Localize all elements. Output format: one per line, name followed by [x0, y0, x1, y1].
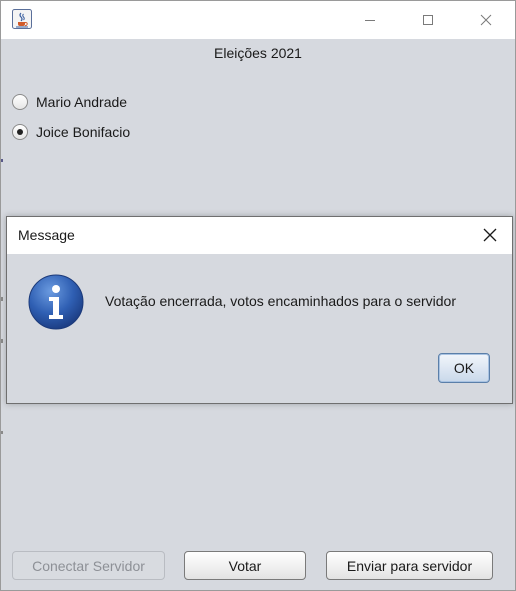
radio-button[interactable]: [12, 124, 28, 140]
radio-candidate-mario[interactable]: Mario Andrade: [12, 92, 127, 112]
maximize-icon: [422, 11, 434, 30]
edge-artifact: [1, 339, 3, 343]
ok-button[interactable]: OK: [438, 353, 490, 383]
radio-label: Joice Bonifacio: [36, 124, 131, 140]
window-titlebar: [1, 1, 515, 39]
dialog-titlebar: Message: [7, 217, 512, 254]
edge-artifact: [1, 159, 3, 162]
dialog-title: Message: [18, 227, 75, 243]
minimize-button[interactable]: [347, 1, 393, 39]
java-cup-icon: [12, 9, 32, 29]
connect-server-button[interactable]: Conectar Servidor: [12, 551, 165, 580]
minimize-icon: [364, 11, 376, 30]
election-title: Eleições 2021: [214, 45, 302, 61]
message-dialog: Message Votação encerrada, votos encamin…: [6, 216, 513, 404]
edge-artifact: [1, 297, 3, 301]
radio-candidate-joice[interactable]: Joice Bonifacio: [12, 122, 130, 142]
radio-button[interactable]: [12, 94, 28, 110]
edge-artifact: [1, 431, 3, 434]
send-to-server-button[interactable]: Enviar para servidor: [326, 551, 493, 580]
dialog-message: Votação encerrada, votos encaminhados pa…: [105, 293, 456, 309]
close-icon: [480, 11, 492, 30]
radio-label: Mario Andrade: [36, 94, 128, 110]
maximize-button[interactable]: [405, 1, 451, 39]
close-button[interactable]: [463, 1, 509, 39]
info-icon: [27, 273, 85, 331]
main-window: Eleições 2021 Mario Andrade Joice Bonifa…: [0, 0, 516, 591]
close-icon: [483, 227, 497, 246]
dialog-close-button[interactable]: [477, 223, 503, 249]
vote-button[interactable]: Votar: [184, 551, 306, 580]
